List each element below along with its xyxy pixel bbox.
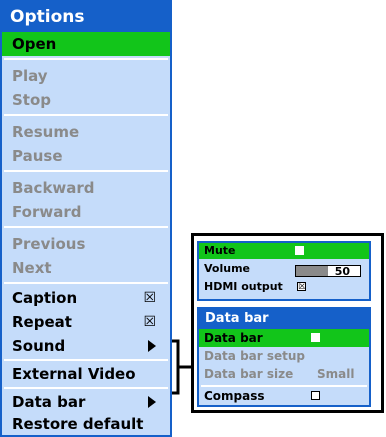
sound-panel: Mute Volume 50 HDMI output ☒	[197, 241, 371, 301]
checked-box-icon: ☒	[143, 314, 156, 330]
hdmi-output-checkbox[interactable]: ☒	[297, 282, 306, 292]
mute-row[interactable]: Mute	[199, 243, 369, 259]
data-bar-size-label: Data bar size	[204, 367, 294, 381]
menu-item-backward[interactable]: Backward	[2, 176, 170, 200]
menu-item-pause[interactable]: Pause	[2, 144, 170, 168]
menu-separator	[4, 58, 168, 60]
volume-label: Volume	[204, 262, 250, 275]
data-bar-setup-row[interactable]: Data bar setup	[199, 347, 369, 365]
menu-item-previous[interactable]: Previous	[2, 232, 170, 256]
menu-item-repeat[interactable]: Repeat ☒	[2, 310, 170, 334]
volume-slider[interactable]: 50	[295, 265, 361, 278]
mute-checkbox[interactable]	[295, 246, 304, 255]
menu-item-repeat-label: Repeat	[12, 313, 72, 331]
menu-item-caption[interactable]: Caption ☒	[2, 286, 170, 310]
data-bar-checkbox[interactable]	[311, 333, 320, 342]
hdmi-output-row[interactable]: HDMI output ☒	[199, 279, 369, 295]
mute-label: Mute	[204, 244, 236, 257]
volume-value: 50	[334, 265, 350, 278]
submenu-arrow-icon	[148, 396, 156, 408]
menu-item-open[interactable]: Open	[2, 32, 170, 56]
menu-item-stop[interactable]: Stop	[2, 88, 170, 112]
menu-item-resume[interactable]: Resume	[2, 120, 170, 144]
data-bar-toggle-label: Data bar	[204, 331, 263, 345]
menu-separator	[4, 387, 168, 389]
checked-box-icon: ☒	[143, 290, 156, 306]
menu-item-play[interactable]: Play	[2, 64, 170, 88]
menu-item-caption-label: Caption	[12, 289, 78, 307]
menu-item-restore-default[interactable]: Restore default	[2, 412, 170, 436]
data-bar-size-row[interactable]: Data bar size Small	[199, 365, 369, 383]
volume-level-fill	[296, 266, 328, 276]
volume-row[interactable]: Volume 50	[199, 261, 369, 278]
menu-item-forward[interactable]: Forward	[2, 200, 170, 224]
compass-label: Compass	[204, 389, 265, 403]
options-menu-title: Options	[2, 2, 170, 32]
menu-item-sound-label: Sound	[12, 337, 66, 355]
menu-separator	[4, 359, 168, 361]
menu-separator	[4, 170, 168, 172]
menu-separator	[4, 114, 168, 116]
menu-item-sound[interactable]: Sound	[2, 334, 170, 358]
menu-item-next[interactable]: Next	[2, 256, 170, 280]
options-menu: Options Open Play Stop Resume Pause Back…	[0, 0, 172, 437]
menu-separator	[4, 226, 168, 228]
data-bar-panel: Data bar Data bar Data bar setup Data ba…	[197, 307, 371, 407]
data-bar-toggle-row[interactable]: Data bar	[199, 329, 369, 347]
compass-row[interactable]: Compass	[199, 387, 369, 405]
compass-checkbox[interactable]	[311, 391, 320, 400]
menu-item-data-bar[interactable]: Data bar	[2, 390, 170, 414]
menu-item-data-bar-label: Data bar	[12, 393, 86, 411]
menu-item-external-video[interactable]: External Video	[2, 362, 170, 386]
data-bar-size-value: Small	[317, 367, 355, 381]
data-bar-panel-title: Data bar	[199, 309, 369, 329]
submenu-arrow-icon	[148, 340, 156, 352]
menu-separator	[4, 282, 168, 284]
hdmi-output-label: HDMI output	[204, 280, 283, 293]
connector-bracket	[172, 339, 192, 395]
